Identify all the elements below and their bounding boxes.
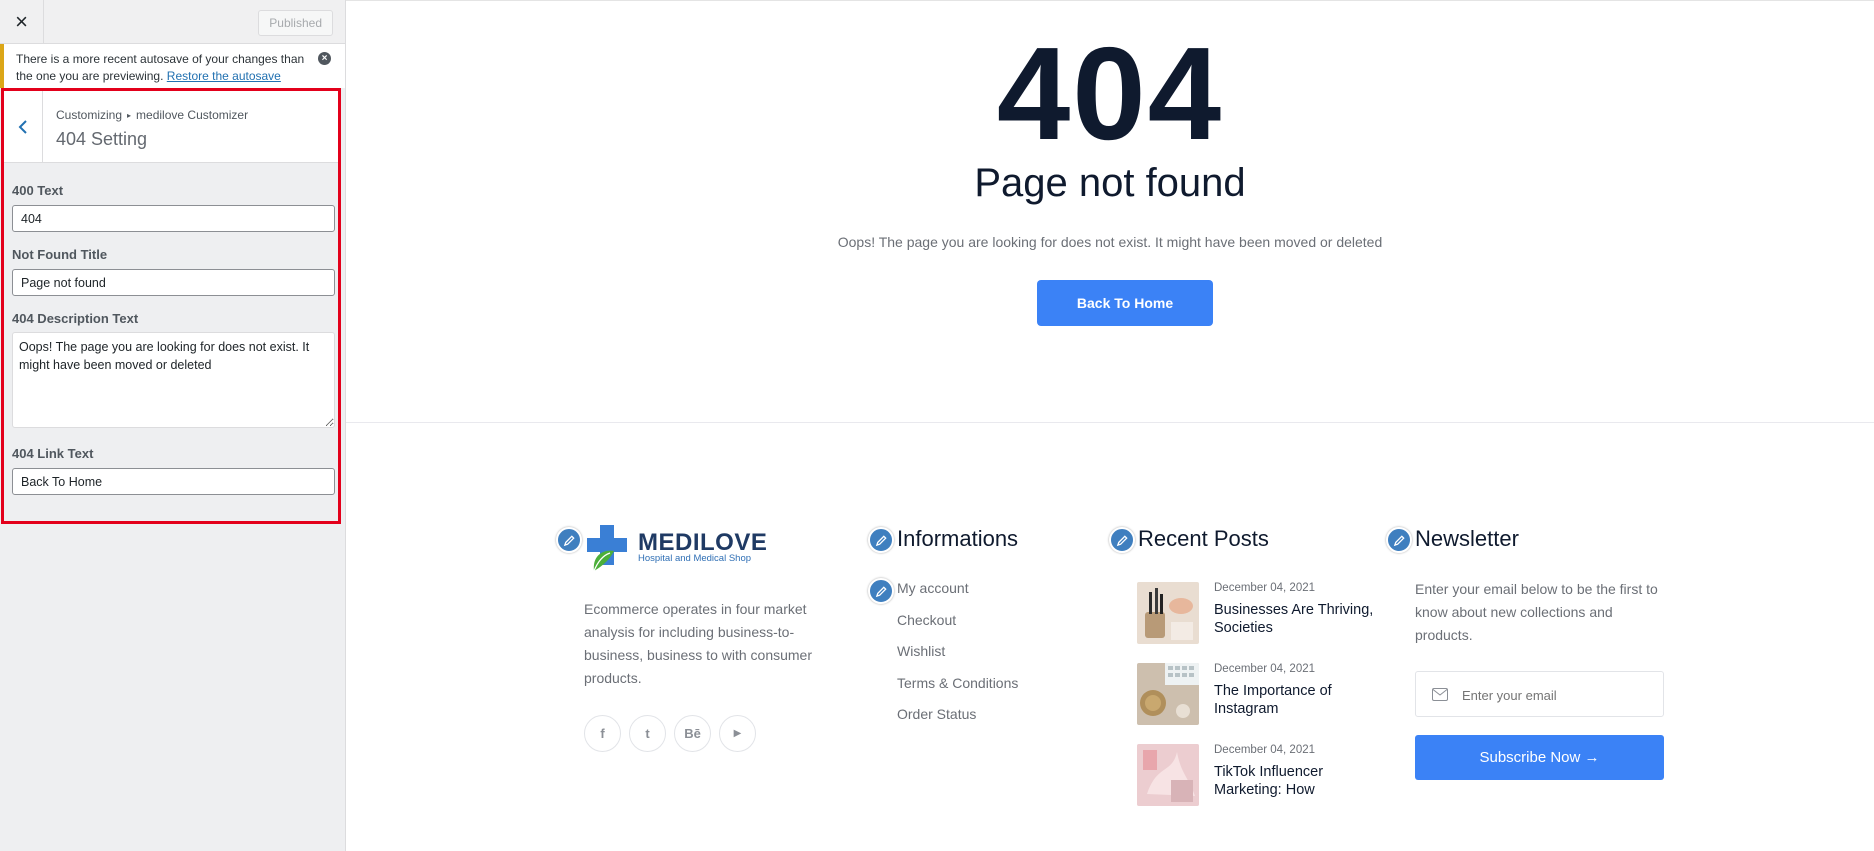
dismiss-notice-icon[interactable]: × (318, 52, 331, 65)
footer-link-order-status[interactable]: Order Status (897, 706, 976, 722)
footer-about-text: Ecommerce operates in four market analys… (584, 601, 812, 686)
envelope-icon (1432, 688, 1448, 701)
site-preview: 404 Page not found Oops! The page you ar… (346, 0, 1874, 851)
post-title[interactable]: TikTok Influencer Marketing: How (1214, 763, 1394, 799)
pencil-icon (1116, 534, 1128, 546)
error-code: 404 (996, 20, 1224, 167)
post-thumbnail[interactable] (1137, 744, 1199, 806)
breadcrumb-root: Customizing (56, 108, 123, 122)
post-date: December 04, 2021 (1214, 582, 1316, 594)
pencil-icon (875, 534, 887, 546)
edit-shortcut-logo[interactable] (556, 527, 582, 553)
breadcrumb-separator: ▸ (127, 111, 132, 120)
newsletter-description: Enter your email below to be the first t… (1415, 581, 1658, 643)
recent-posts-title: Recent Posts (1138, 526, 1269, 551)
post-date: December 04, 2021 (1214, 663, 1316, 675)
post-title[interactable]: The Importance of Instagram (1214, 682, 1394, 718)
post-thumbnail[interactable] (1137, 582, 1199, 644)
facebook-icon[interactable]: f (584, 715, 621, 752)
footer-divider (346, 422, 1874, 423)
brand-tagline: Hospital and Medical Shop (638, 553, 752, 564)
title-field-input[interactable] (12, 269, 335, 296)
section-header: Customizing ▸ medilove Customizer 404 Sett… (4, 91, 338, 163)
footer-link-wishlist[interactable]: Wishlist (897, 643, 945, 659)
edit-shortcut-recent-posts[interactable] (1109, 527, 1135, 553)
section-title: 404 Setting (56, 129, 148, 149)
footer-link-my-account[interactable]: My account (897, 580, 969, 596)
pencil-icon (1393, 534, 1405, 546)
text-field-input[interactable] (12, 205, 335, 232)
back-to-home-button[interactable]: Back To Home (1037, 280, 1213, 326)
customizer-sidebar: × Published There is a more recent autos… (0, 0, 346, 851)
text-field-label: 400 Text (12, 183, 64, 198)
newsletter-email-box (1415, 671, 1664, 717)
behance-icon[interactable]: Bē (674, 715, 711, 752)
not-found-description: Oops! The page you are looking for does … (837, 234, 1383, 250)
twitter-icon[interactable]: t (629, 715, 666, 752)
back-button[interactable] (4, 91, 43, 162)
newsletter-title: Newsletter (1415, 526, 1519, 551)
chevron-left-icon (18, 119, 27, 134)
subscribe-button[interactable]: Subscribe Now → (1415, 735, 1664, 780)
published-button[interactable]: Published (258, 10, 333, 36)
informations-title: Informations (897, 526, 1019, 551)
description-field-textarea[interactable]: Oops! The page you are looking for does … (12, 332, 335, 428)
footer-link-checkout[interactable]: Checkout (897, 612, 956, 628)
autosave-notice: There is a more recent autosave of your … (0, 44, 345, 88)
close-icon[interactable]: × (0, 0, 44, 44)
breadcrumb: Customizing ▸ medilove Customizer (56, 108, 248, 122)
restore-autosave-link[interactable]: Restore the autosave (167, 69, 281, 83)
edit-shortcut-newsletter[interactable] (1386, 527, 1412, 553)
breadcrumb-parent: medilove Customizer (136, 108, 249, 122)
footer-link-terms[interactable]: Terms & Conditions (897, 675, 1018, 691)
not-found-title: Page not found (974, 161, 1246, 205)
pencil-icon (563, 534, 575, 546)
youtube-icon[interactable]: ▶ (719, 715, 756, 752)
customizer-topbar: × Published (0, 0, 345, 44)
edit-shortcut-menu[interactable] (868, 578, 894, 604)
link-field-label: 404 Link Text (12, 446, 94, 461)
link-field-input[interactable] (12, 468, 335, 495)
post-title[interactable]: Businesses Are Thriving, Societies (1214, 601, 1394, 637)
section-404-setting: Customizing ▸ medilove Customizer 404 Sett… (1, 88, 341, 524)
newsletter-email-input[interactable] (1462, 684, 1652, 706)
title-field-label: Not Found Title (12, 247, 108, 262)
social-links: f t Bē ▶ (584, 715, 756, 752)
pencil-icon (875, 585, 887, 597)
description-field-label: 404 Description Text (12, 311, 139, 326)
post-thumbnail[interactable] (1137, 663, 1199, 725)
edit-shortcut-informations[interactable] (868, 527, 894, 553)
post-date: December 04, 2021 (1214, 744, 1316, 756)
